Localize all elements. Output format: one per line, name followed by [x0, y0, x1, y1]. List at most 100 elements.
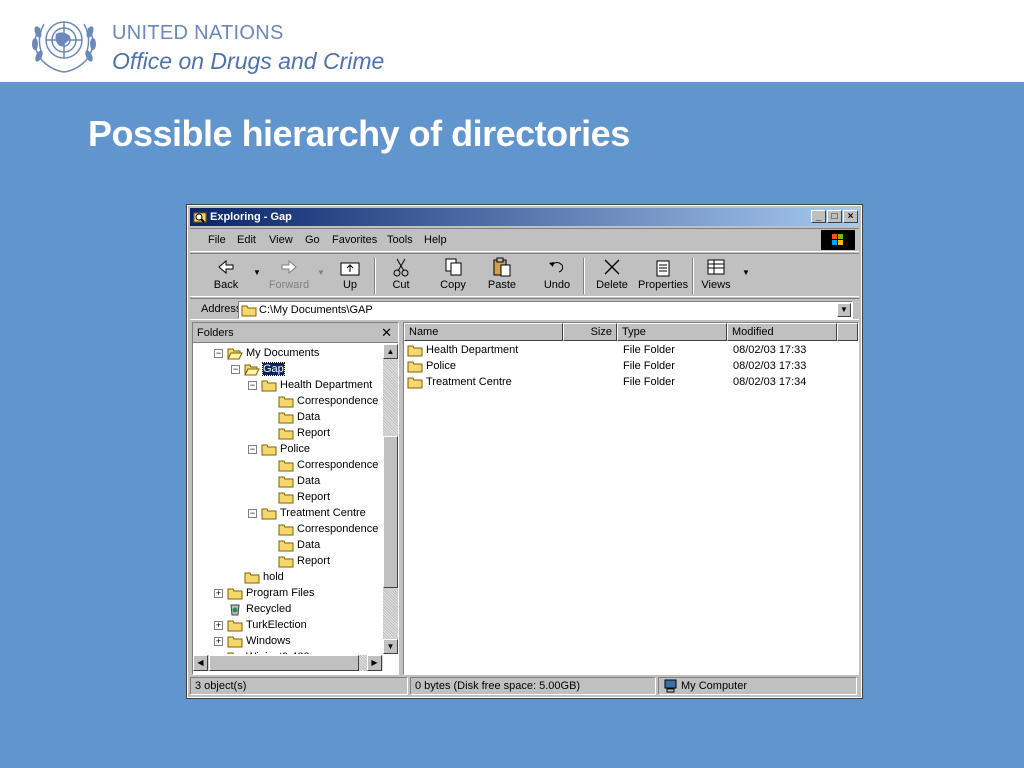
open-folder-icon [227, 346, 243, 360]
org-name: UNITED NATIONS [112, 22, 284, 44]
menu-help[interactable]: Help [424, 234, 447, 246]
scroll-up-icon[interactable]: ▲ [383, 344, 398, 359]
forward-dropdown-icon[interactable]: ▼ [317, 268, 325, 277]
folder-icon [278, 458, 294, 472]
tree-node[interactable]: Recycled [227, 602, 291, 618]
undo-icon [549, 262, 564, 273]
expand-icon[interactable]: + [214, 621, 223, 630]
folder-icon [261, 506, 277, 520]
tree-node[interactable]: Police [261, 442, 310, 458]
tree-node[interactable]: Program Files [227, 586, 314, 602]
undo-label: Undo [543, 279, 571, 291]
maximize-icon[interactable]: □ [827, 210, 842, 223]
close-pane-icon[interactable]: ✕ [381, 325, 392, 341]
menu-file[interactable]: File [208, 234, 226, 246]
tree-node[interactable]: Correspondence [278, 394, 378, 410]
tree-node[interactable]: hold [244, 570, 284, 586]
copy-button[interactable]: Copy [436, 257, 470, 295]
back-label: Back [213, 279, 239, 291]
hscroll-thumb[interactable] [209, 655, 359, 671]
tree-node[interactable]: Wininst0.400 [227, 650, 310, 654]
back-arrow-icon [218, 259, 234, 275]
forward-arrow-icon [281, 259, 297, 275]
copy-label: Copy [440, 279, 466, 291]
address-dropdown-icon[interactable]: ▼ [837, 303, 851, 317]
scroll-left-icon[interactable]: ◀ [193, 655, 208, 671]
collapse-icon[interactable]: − [231, 365, 240, 374]
folders-header: Folders ✕ [193, 323, 398, 343]
column-modified[interactable]: Modified [727, 323, 837, 341]
collapse-icon[interactable]: − [248, 445, 257, 454]
column-filler [837, 323, 858, 341]
menu-edit[interactable]: Edit [237, 234, 256, 246]
collapse-icon[interactable]: − [248, 381, 257, 390]
folders-title: Folders [197, 327, 234, 339]
folder-icon [227, 634, 243, 648]
collapse-icon[interactable]: − [248, 509, 257, 518]
tree-node[interactable]: Data [278, 538, 320, 554]
folder-icon [261, 378, 277, 392]
column-name[interactable]: Name [404, 323, 563, 341]
cut-button[interactable]: Cut [386, 257, 416, 295]
views-dropdown-icon[interactable]: ▼ [742, 268, 750, 277]
tree-node[interactable]: Report [278, 490, 330, 506]
scroll-right-icon[interactable]: ▶ [367, 655, 382, 671]
tree-node[interactable]: Treatment Centre [261, 506, 366, 522]
status-location: My Computer [658, 677, 857, 695]
window-titlebar[interactable]: Exploring - Gap _ □ × [190, 208, 859, 226]
file-row[interactable]: Police File Folder 08/02/03 17:33 [404, 359, 858, 375]
tree-node[interactable]: Health Department [261, 378, 372, 394]
column-type[interactable]: Type [617, 323, 727, 341]
properties-button[interactable]: Properties [638, 257, 688, 295]
toolbar-separator [692, 258, 694, 294]
delete-button[interactable]: Delete [594, 257, 630, 295]
collapse-icon[interactable]: − [214, 349, 223, 358]
vertical-scrollbar[interactable]: ▲ ▼ [383, 344, 398, 654]
up-button[interactable]: Up [332, 257, 368, 295]
clipboard-icon [493, 257, 511, 277]
file-row[interactable]: Health Department File Folder 08/02/03 17:… [404, 343, 858, 359]
tree-node[interactable]: Windows [227, 634, 291, 650]
scissors-icon [393, 258, 409, 277]
tree-node[interactable]: Data [278, 474, 320, 490]
tree-node[interactable]: My Documents [227, 346, 319, 362]
views-label: Views [701, 279, 731, 291]
address-input[interactable]: C:\My Documents\GAP ▼ [238, 301, 853, 319]
menu-view[interactable]: View [269, 234, 293, 246]
scroll-down-icon[interactable]: ▼ [383, 639, 398, 654]
file-row[interactable]: Treatment Centre File Folder 08/02/03 17:3… [404, 375, 858, 391]
file-type: File Folder [623, 360, 675, 372]
tree-node[interactable]: Report [278, 426, 330, 442]
tree-node-label: Correspondence [297, 459, 379, 471]
folder-icon [407, 359, 423, 373]
close-icon[interactable]: × [843, 210, 858, 223]
horizontal-scrollbar[interactable]: ◀ ▶ [193, 655, 383, 671]
file-name: Police [426, 360, 456, 372]
menu-favorites[interactable]: Favorites [332, 234, 377, 246]
tree-node[interactable]: TurkElection [227, 618, 307, 634]
views-button[interactable]: Views [700, 257, 732, 295]
expand-icon[interactable]: + [214, 637, 223, 646]
address-bar: Address C:\My Documents\GAP ▼ [190, 298, 859, 320]
forward-button[interactable]: Forward [262, 257, 316, 295]
column-size[interactable]: Size [563, 323, 617, 341]
explorer-window: Exploring - Gap _ □ × File Edit View Go … [186, 204, 863, 699]
minimize-icon[interactable]: _ [811, 210, 826, 223]
undo-button[interactable]: Undo [540, 257, 574, 295]
tree-node[interactable]: Correspondence [278, 458, 378, 474]
scroll-thumb[interactable] [383, 436, 398, 588]
cut-label: Cut [392, 279, 410, 291]
toolbar: Back ▼ Forward ▼ Up Cut Copy Paste Undo [190, 253, 859, 297]
tree-node[interactable]: Report [278, 554, 330, 570]
paste-button[interactable]: Paste [485, 257, 519, 295]
file-modified: 08/02/03 17:34 [733, 376, 807, 388]
tree-node[interactable]: Data [278, 410, 320, 426]
expand-icon[interactable]: + [214, 589, 223, 598]
tree-node[interactable]: Correspondence [278, 522, 378, 538]
back-dropdown-icon[interactable]: ▼ [253, 268, 261, 277]
tree-node[interactable]: Gap [244, 362, 285, 378]
menu-go[interactable]: Go [305, 234, 320, 246]
tree-node-label: Data [297, 475, 321, 487]
back-button[interactable]: Back [204, 257, 248, 295]
menu-tools[interactable]: Tools [387, 234, 413, 246]
